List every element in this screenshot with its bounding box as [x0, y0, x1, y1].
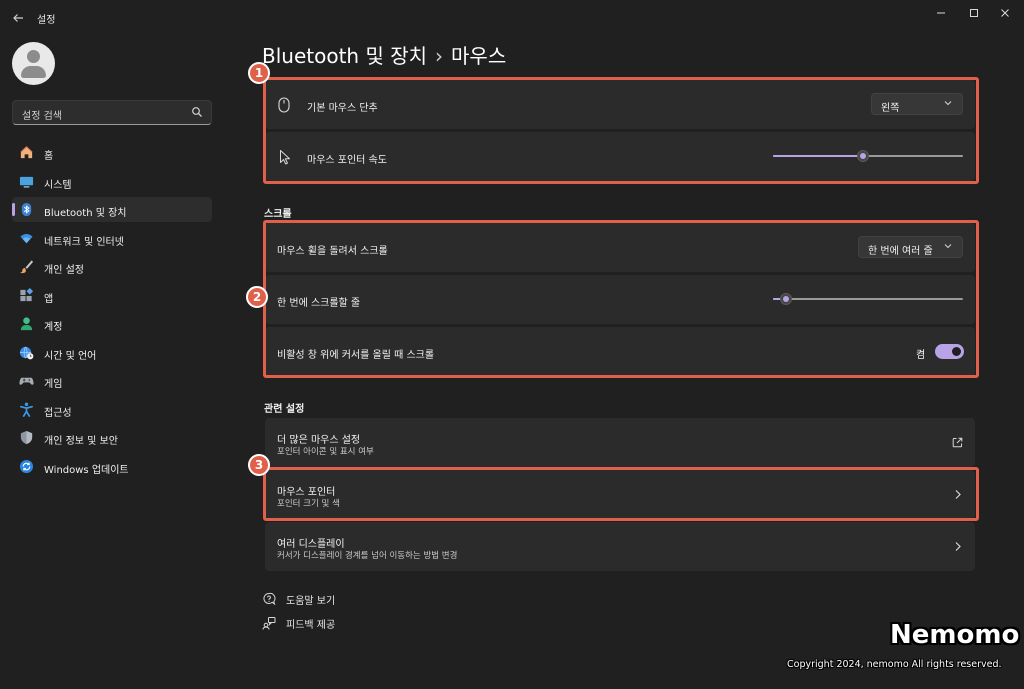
highlight-box-1: [263, 77, 979, 184]
multiple-displays-card[interactable]: 여러 디스플레이 커서가 디스플레이 경계를 넘어 이동하는 방법 변경: [265, 522, 975, 571]
related-item-title: 여러 디스플레이: [277, 539, 345, 550]
sidebar-item-home[interactable]: 홈: [12, 140, 212, 165]
wifi-icon: [20, 234, 33, 244]
external-link-icon: [952, 437, 963, 448]
search-icon[interactable]: [191, 106, 203, 118]
close-button[interactable]: [991, 4, 1019, 22]
sidebar-item-time-language[interactable]: 시간 및 언어: [12, 340, 212, 365]
more-mouse-settings-card[interactable]: 더 많은 마우스 설정 포인터 아이콘 및 표시 여부: [265, 418, 975, 467]
minimize-icon: [937, 12, 945, 14]
sidebar-item-windows-update[interactable]: Windows 업데이트: [12, 454, 212, 479]
page-title: Bluetooth 및 장치 › 마우스: [262, 40, 506, 69]
highlight-box-3: [263, 467, 979, 521]
sidebar-item-accessibility[interactable]: 접근성: [12, 397, 212, 422]
account-icon: [20, 317, 33, 331]
highlight-box-2: [263, 220, 979, 378]
arrow-left-icon: [13, 14, 23, 22]
avatar[interactable]: [12, 42, 55, 85]
sidebar-item-label: 계정: [44, 322, 63, 333]
watermark-title: Nemomo: [890, 620, 1020, 650]
gamepad-icon: [19, 377, 34, 385]
feedback-link-text[interactable]: 피드백 제공: [286, 616, 335, 631]
active-indicator: [12, 203, 15, 216]
sidebar-item-system[interactable]: 시스템: [12, 169, 212, 194]
help-icon: [263, 592, 276, 606]
feedback-link[interactable]: 피드백 제공: [262, 614, 335, 632]
avatar-body: [21, 66, 46, 78]
accessibility-icon: [20, 402, 33, 417]
step-badge-1: 1: [248, 62, 270, 84]
breadcrumb-parent[interactable]: Bluetooth 및 장치: [262, 44, 427, 68]
chevron-right-icon: [955, 542, 961, 551]
app-title: 설정: [37, 15, 56, 26]
related-item-title: 더 많은 마우스 설정: [277, 435, 361, 446]
sidebar-item-label: 홈: [44, 151, 54, 162]
bluetooth-icon: [21, 202, 32, 217]
brush-icon: [19, 260, 34, 274]
sidebar-item-bluetooth[interactable]: Bluetooth 및 장치: [12, 197, 212, 222]
help-link-text[interactable]: 도움말 보기: [286, 592, 335, 607]
scroll-section-title: 스크롤: [264, 209, 292, 220]
sidebar-item-label: 게임: [44, 379, 63, 390]
sidebar-item-network[interactable]: 네트워크 및 인터넷: [12, 226, 212, 251]
title-bar: 설정: [0, 0, 1024, 36]
globe-clock-icon: [19, 346, 34, 360]
back-button[interactable]: [8, 8, 28, 28]
monitor-icon: [19, 176, 34, 188]
sidebar-item-accounts[interactable]: 계정: [12, 311, 212, 336]
search-input[interactable]: 설정 검색: [22, 107, 62, 122]
sidebar-item-apps[interactable]: 앱: [12, 283, 212, 308]
sidebar-item-label: 개인 정보 및 보안: [44, 436, 118, 447]
related-section-title: 관련 설정: [264, 404, 305, 415]
related-item-subtitle: 포인터 아이콘 및 표시 여부: [277, 447, 374, 457]
update-icon: [19, 459, 34, 474]
sidebar-item-label: 접근성: [44, 408, 72, 419]
step-badge-2: 2: [246, 286, 268, 308]
sidebar-item-label: Windows 업데이트: [44, 465, 129, 476]
sidebar-item-label: 시스템: [44, 180, 72, 191]
sidebar-item-label: Bluetooth 및 장치: [44, 208, 127, 219]
sidebar-item-label: 앱: [44, 294, 54, 305]
avatar-head: [27, 50, 40, 63]
step-badge-3: 3: [248, 454, 270, 476]
related-item-subtitle: 커서가 디스플레이 경계를 넘어 이동하는 방법 변경: [277, 551, 458, 561]
sidebar-item-label: 네트워크 및 인터넷: [44, 237, 124, 248]
feedback-icon: [262, 617, 276, 630]
sidebar-item-privacy[interactable]: 개인 정보 및 보안: [12, 425, 212, 450]
help-link[interactable]: 도움말 보기: [262, 590, 335, 608]
apps-icon: [20, 288, 34, 302]
shield-icon: [20, 430, 33, 445]
watermark-copyright: Copyright 2024, nemomo All rights reserv…: [787, 659, 1002, 670]
close-icon: [1001, 9, 1009, 17]
sidebar-item-label: 개인 설정: [44, 265, 84, 276]
sidebar-item-personalization[interactable]: 개인 설정: [12, 254, 212, 279]
maximize-icon: [970, 9, 978, 17]
maximize-button[interactable]: [960, 4, 988, 22]
minimize-button[interactable]: [927, 4, 955, 22]
breadcrumb-current: 마우스: [451, 44, 507, 68]
search-box[interactable]: 설정 검색: [12, 100, 212, 125]
sidebar-item-gaming[interactable]: 게임: [12, 368, 212, 393]
home-icon: [20, 146, 33, 159]
sidebar-item-label: 시간 및 언어: [44, 351, 97, 362]
breadcrumb-separator: ›: [435, 44, 444, 68]
